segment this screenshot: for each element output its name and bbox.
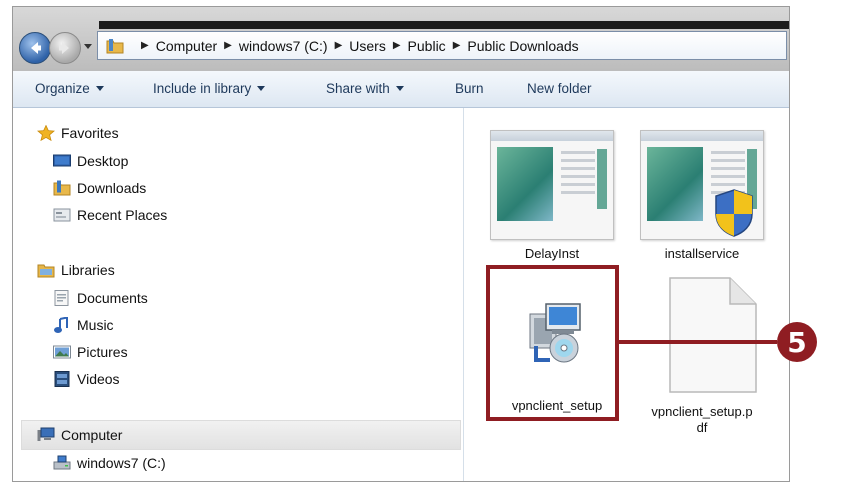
include-in-library-menu[interactable]: Include in library: [153, 81, 266, 96]
nav-label-documents: Documents: [77, 290, 148, 306]
burn-button[interactable]: Burn: [455, 81, 484, 96]
nav-item-pictures[interactable]: Pictures: [53, 344, 128, 360]
nav-item-videos[interactable]: Videos: [53, 371, 120, 387]
file-name-vpnclient-setup-pdf-line2: df: [696, 420, 708, 435]
breadcrumb-separator[interactable]: ▶: [453, 40, 461, 51]
nav-item-desktop[interactable]: Desktop: [53, 153, 128, 169]
installer-thumbnail: [490, 130, 614, 240]
desktop-icon: [53, 153, 71, 169]
share-with-label: Share with: [326, 81, 390, 96]
back-arrow-icon: [31, 42, 41, 54]
share-with-menu[interactable]: Share with: [326, 81, 404, 96]
pictures-icon: [53, 344, 71, 360]
nav-label-downloads: Downloads: [77, 180, 147, 196]
breadcrumb-computer[interactable]: Computer: [156, 38, 217, 54]
callout-step-number: 5: [777, 322, 817, 362]
file-name-vpnclient-setup-pdf-line1: vpnclient_setup.p: [651, 404, 753, 419]
breadcrumb-separator[interactable]: ▶: [224, 40, 232, 51]
nav-label-desktop: Desktop: [77, 153, 129, 169]
nav-item-computer[interactable]: Computer: [37, 427, 122, 443]
navigation-pane: Favorites Desktop Downloads Recent Place…: [13, 108, 464, 481]
nav-label-computer: Computer: [61, 427, 123, 443]
forward-arrow-icon: [59, 42, 69, 54]
computer-icon: [37, 427, 55, 443]
nav-label-favorites: Favorites: [61, 125, 119, 141]
nav-label-music: Music: [77, 317, 114, 333]
recent-pages-dropdown[interactable]: [84, 44, 92, 49]
file-name-installservice: installservice: [664, 246, 740, 261]
breadcrumb-separator[interactable]: ▶: [141, 40, 149, 51]
title-address-area: ▶ Computer ▶ windows7 (C:) ▶ Users ▶ Pub…: [13, 7, 789, 71]
nav-item-favorites[interactable]: Favorites: [37, 124, 119, 142]
nav-item-music[interactable]: Music: [53, 316, 114, 333]
breadcrumb-public[interactable]: Public: [408, 38, 446, 54]
nav-label-drive-c: windows7 (C:): [77, 455, 166, 471]
chevron-down-icon: [95, 86, 104, 91]
nav-label-libraries: Libraries: [61, 262, 115, 278]
nav-label-videos: Videos: [77, 371, 120, 387]
forward-button[interactable]: [49, 32, 81, 64]
file-tile-installservice[interactable]: installservice: [640, 130, 764, 262]
music-note-icon: [53, 316, 71, 333]
nav-label-recent-places: Recent Places: [77, 207, 168, 223]
chevron-down-icon: [257, 86, 266, 91]
folder-icon: [106, 38, 124, 54]
nav-label-pictures: Pictures: [77, 344, 128, 360]
nav-item-drive-c[interactable]: windows7 (C:): [53, 455, 166, 471]
command-bar: Organize Include in library Share with B…: [13, 71, 789, 108]
chevron-down-icon: [395, 86, 404, 91]
include-in-library-label: Include in library: [153, 81, 252, 96]
new-folder-label: New folder: [527, 81, 592, 96]
downloads-folder-icon: [53, 180, 71, 196]
explorer-window: ▶ Computer ▶ windows7 (C:) ▶ Users ▶ Pub…: [12, 6, 790, 482]
title-strip: [99, 21, 789, 29]
libraries-icon: [37, 262, 55, 278]
organize-menu[interactable]: Organize: [35, 81, 104, 96]
back-button[interactable]: [19, 32, 51, 64]
blank-document-icon: [668, 276, 758, 399]
nav-item-documents[interactable]: Documents: [53, 290, 148, 306]
breadcrumb-separator[interactable]: ▶: [335, 40, 343, 51]
breadcrumb-public-downloads[interactable]: Public Downloads: [467, 38, 578, 54]
breadcrumb-drive[interactable]: windows7 (C:): [239, 38, 328, 54]
nav-item-libraries[interactable]: Libraries: [37, 262, 115, 278]
address-bar[interactable]: ▶ Computer ▶ windows7 (C:) ▶ Users ▶ Pub…: [97, 31, 787, 60]
file-tile-delayinst[interactable]: DelayInst: [490, 130, 614, 262]
burn-label: Burn: [455, 81, 484, 96]
breadcrumb-users[interactable]: Users: [349, 38, 386, 54]
callout-highlight-box: [486, 265, 619, 421]
file-name-delayinst: DelayInst: [524, 246, 580, 261]
file-tile-vpnclient-setup-pdf[interactable]: vpnclient_setup.p df: [640, 276, 764, 446]
nav-item-downloads[interactable]: Downloads: [53, 180, 146, 196]
callout-connector-line: [619, 340, 777, 344]
organize-label: Organize: [35, 81, 90, 96]
documents-icon: [53, 290, 71, 306]
recent-places-icon: [53, 207, 71, 223]
videos-icon: [53, 371, 71, 387]
uac-shield-icon: [712, 188, 756, 243]
breadcrumb-separator[interactable]: ▶: [393, 40, 401, 51]
new-folder-button[interactable]: New folder: [527, 81, 592, 96]
nav-item-recent-places[interactable]: Recent Places: [53, 207, 167, 223]
star-icon: [37, 124, 55, 142]
drive-icon: [53, 455, 71, 471]
